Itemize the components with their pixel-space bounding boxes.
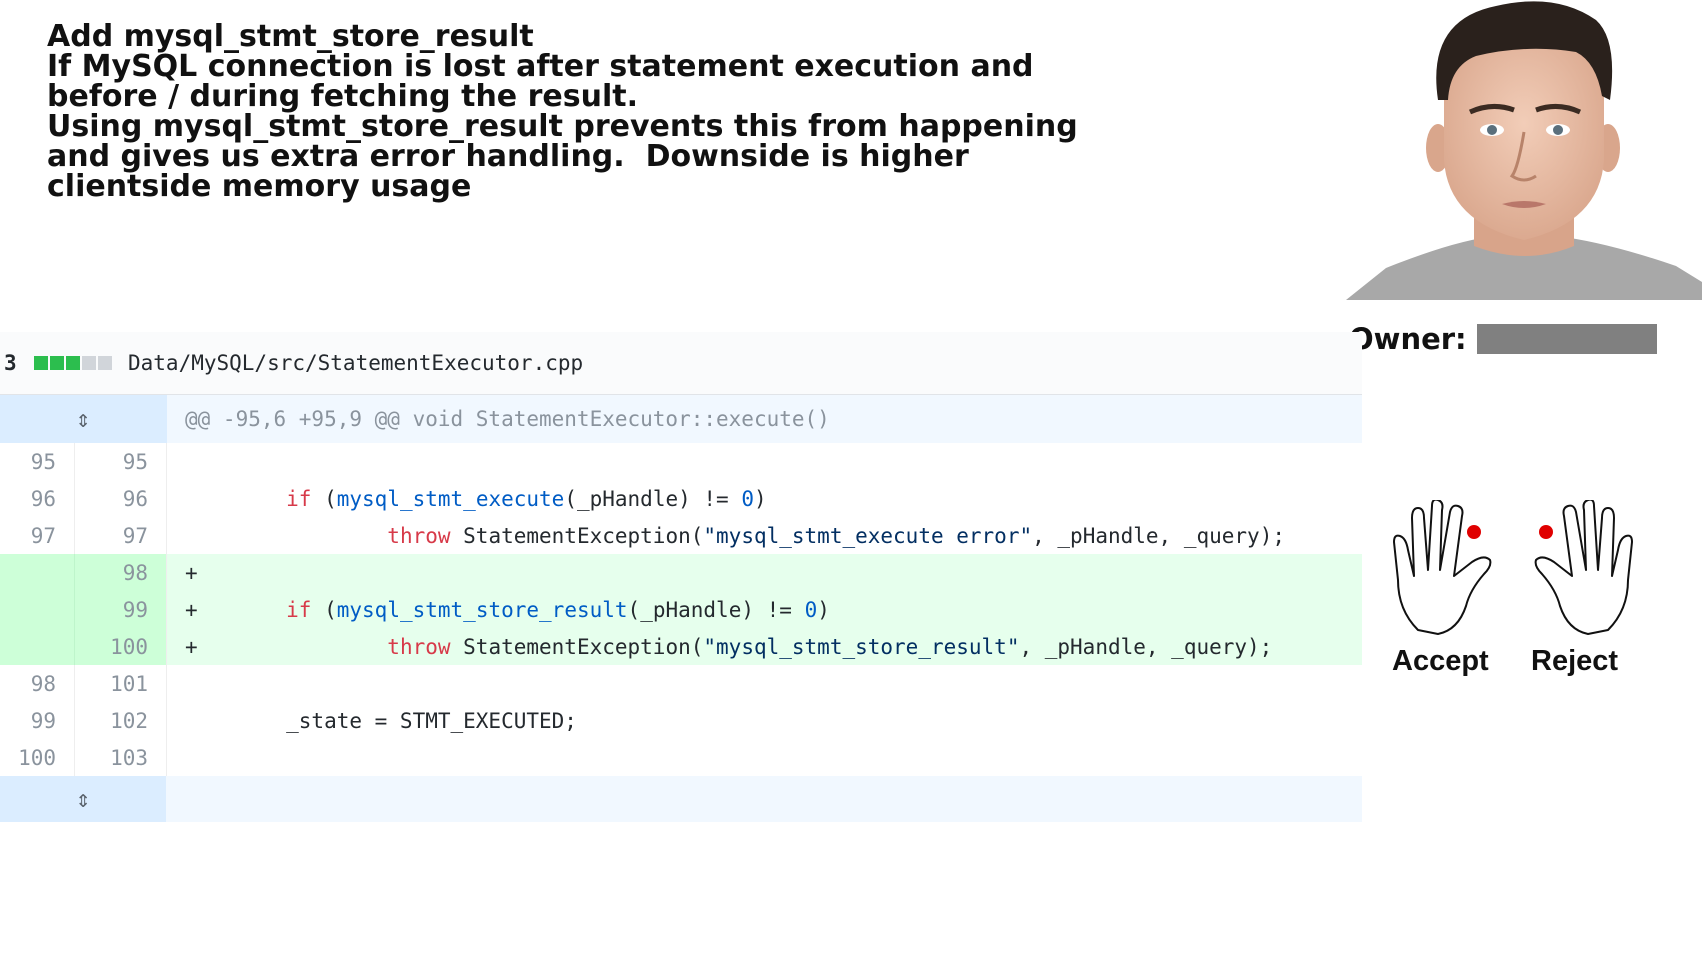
commit-body-line: clientside memory usage (47, 169, 472, 204)
hand-outline-icon (1393, 498, 1492, 635)
reject-hand[interactable] (1518, 498, 1638, 640)
line-number-gutter: 98 101 (0, 665, 167, 702)
line-number-gutter: 96 96 (0, 480, 167, 517)
owner-name-redacted (1476, 324, 1657, 354)
code-line: _state = STMT_EXECUTED; (185, 708, 577, 733)
diffstat-bar (34, 356, 112, 370)
diff-row-context: 98 101 (0, 665, 1362, 702)
commit-message: Add mysql_stmt_store_result If MySQL con… (47, 19, 1078, 204)
diffstat-block (50, 356, 64, 370)
line-number-gutter: 99 102 (0, 702, 167, 739)
reject-label: Reject (1531, 645, 1619, 677)
changes-count: 3 (4, 351, 17, 375)
new-line-number[interactable]: 96 (75, 480, 166, 517)
commit-body-line: Using mysql_stmt_store_result prevents t… (47, 109, 1078, 144)
old-line-number[interactable] (0, 628, 75, 665)
new-line-number[interactable]: 103 (75, 739, 166, 776)
old-line-number[interactable]: 99 (0, 702, 75, 739)
hunk-footer: ⇕ (0, 776, 1362, 822)
unfold-icon: ⇕ (75, 405, 91, 433)
diff-row-added: 99 + if (mysql_stmt_store_result(_pHandle… (0, 591, 1362, 628)
hand-outline-icon (1534, 498, 1633, 635)
diff-row-context: 95 95 (0, 443, 1362, 480)
code-line: if (mysql_stmt_execute(_pHandle) != 0) (286, 486, 767, 511)
line-number-gutter: 100 (0, 628, 167, 665)
diffstat-block (82, 356, 96, 370)
diffstat-block (66, 356, 80, 370)
diff-row-added: 100 + throw StatementException("mysql_stm… (0, 628, 1362, 665)
line-number-gutter: 97 97 (0, 517, 167, 554)
expand-down-button[interactable]: ⇕ (0, 776, 166, 822)
accept-label: Accept (1392, 645, 1489, 677)
accept-hand[interactable] (1388, 498, 1508, 640)
old-line-number[interactable] (0, 591, 75, 628)
diff-rows: 95 95 96 96 if (mysql_stmt_execute(_pHandle… (0, 443, 1362, 776)
diff-row-context: 96 96 if (mysql_stmt_execute(_pHandle) !=… (0, 480, 1362, 517)
line-number-gutter: 100 103 (0, 739, 167, 776)
diff-row-context: 100 103 (0, 739, 1362, 776)
unfold-icon: ⇕ (75, 785, 91, 813)
diff-view: 3 Data/MySQL/src/StatementExecutor.cpp ⇕… (0, 332, 1362, 822)
commit-body-line: If MySQL connection is lost after statem… (47, 49, 1034, 84)
file-header: 3 Data/MySQL/src/StatementExecutor.cpp (0, 332, 1362, 395)
hunk-header: ⇕ @@ -95,6 +95,9 @@ void StatementExecut… (0, 395, 1362, 443)
new-line-number[interactable]: 102 (75, 702, 166, 739)
expand-up-button[interactable]: ⇕ (0, 395, 167, 443)
diffstat-block (98, 356, 112, 370)
commit-title: Add mysql_stmt_store_result (47, 19, 534, 54)
line-number-gutter: 99 (0, 591, 167, 628)
accept-marker (1467, 525, 1481, 539)
code-line: throw StatementException("mysql_stmt_exe… (387, 523, 1285, 548)
code-line: + (185, 560, 198, 585)
new-line-number[interactable]: 98 (75, 554, 166, 591)
code-line: + if (mysql_stmt_store_result(_pHandle) … (185, 597, 830, 622)
new-line-number[interactable]: 99 (75, 591, 166, 628)
owner-portrait (1346, 0, 1702, 300)
old-line-number[interactable]: 98 (0, 665, 75, 702)
diff-row-added: 98 + (0, 554, 1362, 591)
person-photo (1346, 1, 1702, 300)
old-line-number[interactable] (0, 554, 75, 591)
commit-body-line: before / during fetching the result. (47, 79, 638, 114)
new-line-number[interactable]: 97 (75, 517, 166, 554)
reject-marker (1539, 525, 1553, 539)
hunk-header-text: @@ -95,6 +95,9 @@ void StatementExecutor… (185, 407, 830, 431)
diff-row-context: 97 97 throw StatementException("mysql_stm… (0, 517, 1362, 554)
old-line-number[interactable]: 96 (0, 480, 75, 517)
old-line-number[interactable]: 97 (0, 517, 75, 554)
vote-area: Accept Reject (1388, 498, 1638, 700)
old-line-number[interactable]: 100 (0, 739, 75, 776)
owner-field: Owner: (1349, 322, 1657, 356)
commit-body-line: and gives us extra error handling. Downs… (47, 139, 969, 174)
file-path[interactable]: Data/MySQL/src/StatementExecutor.cpp (128, 351, 583, 375)
diffstat-block (34, 356, 48, 370)
code-line: + throw StatementException("mysql_stmt_s… (185, 634, 1273, 659)
line-number-gutter: 95 95 (0, 443, 167, 480)
old-line-number[interactable]: 95 (0, 443, 75, 480)
line-number-gutter: 98 (0, 554, 167, 591)
diff-row-context: 99 102 _state = STMT_EXECUTED; (0, 702, 1362, 739)
owner-label: Owner: (1349, 322, 1467, 356)
new-line-number[interactable]: 100 (75, 628, 166, 665)
new-line-number[interactable]: 101 (75, 665, 166, 702)
new-line-number[interactable]: 95 (75, 443, 166, 480)
